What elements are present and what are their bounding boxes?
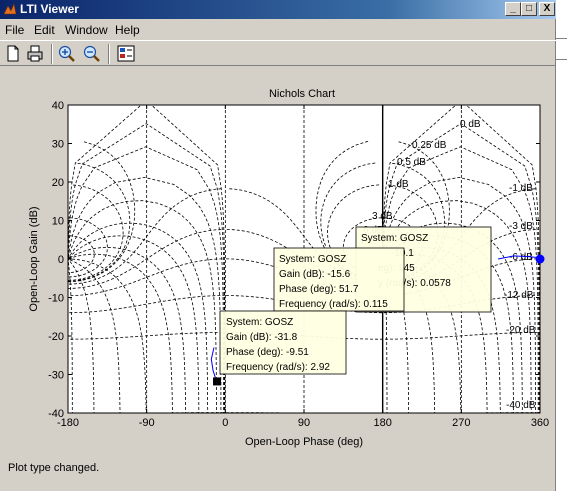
datatip-line: Frequency (rad/s): 0.115 — [279, 299, 388, 310]
grid-label: -1 dB — [509, 183, 533, 194]
datatip-line: System: GOSZ — [361, 233, 428, 244]
y-tick-label: -40 — [48, 408, 64, 420]
new-document-icon[interactable] — [3, 44, 23, 63]
y-tick-label: -10 — [48, 293, 64, 305]
edge-line — [556, 38, 567, 39]
grid-label: 3 dB — [372, 211, 393, 222]
plot-area[interactable]: 0 dB0.25 dB0.5 dB1 dB3 dB6 dB-1 dB-3 dB-… — [0, 66, 556, 458]
y-tick-label: 30 — [52, 139, 64, 151]
datatip-line: Gain (dB): -15.6 — [279, 269, 351, 280]
grid-label: -3 dB — [509, 221, 533, 232]
edge-line — [556, 59, 567, 60]
grid-label: -40 dB — [506, 400, 536, 411]
datatip[interactable]: System: GOSZ Gain (dB): -31.8 Phase (deg):… — [219, 310, 347, 375]
background-window-edge — [556, 0, 567, 491]
zoom-out-icon[interactable] — [82, 44, 102, 63]
toolbar-separator — [51, 44, 53, 64]
close-button[interactable]: X — [539, 2, 555, 16]
menu-edit[interactable]: Edit — [34, 23, 55, 37]
datatip-line: System: GOSZ — [279, 254, 346, 265]
x-tick-label: 0 — [222, 417, 228, 429]
menu-window[interactable]: Window — [65, 23, 108, 37]
datatip-line: Gain (dB): -31.8 — [226, 332, 298, 343]
datatip-line: Phase (deg): -9.51 — [226, 347, 309, 358]
y-tick-label: 20 — [52, 177, 64, 189]
datatip[interactable]: System: GOSZ Gain (dB): -15.6 Phase (deg):… — [273, 247, 405, 312]
y-axis-label: Open-Loop Gain (dB) — [28, 206, 40, 311]
print-icon[interactable] — [25, 44, 45, 63]
y-tick-label: 40 — [52, 100, 64, 112]
grid-label: 0.25 dB — [412, 140, 447, 151]
datatip-marker-circle — [535, 254, 545, 264]
grid-label: 0 dB — [460, 119, 481, 130]
datatip-line: System: GOSZ — [226, 317, 293, 328]
menu-bar: File Edit Window Help — [0, 20, 556, 39]
maximize-button[interactable]: □ — [521, 2, 537, 16]
y-tick-label: 10 — [52, 216, 64, 228]
toolbar-separator — [108, 44, 110, 64]
grid-magnitude-contour — [541, 259, 556, 296]
grid-magnitude-contour — [541, 296, 556, 313]
x-tick-label: 180 — [373, 417, 391, 429]
grid-magnitude-contour — [544, 189, 556, 284]
x-tick-label: 270 — [452, 417, 470, 429]
chart-title: Nichols Chart — [269, 88, 335, 100]
grid-magnitude-contour — [540, 413, 556, 414]
menu-file[interactable]: File — [5, 23, 24, 37]
status-bar: Plot type changed. — [0, 458, 556, 478]
title-bar[interactable]: LTI Viewer _ □ X — [0, 0, 556, 19]
lti-viewer-window: LTI Viewer _ □ X File Edit Window Help 0… — [0, 0, 556, 491]
y-tick-label: -30 — [48, 370, 64, 382]
x-tick-label: 360 — [531, 417, 549, 429]
grid-magnitude-contour — [541, 333, 557, 340]
y-tick-label: 0 — [58, 254, 64, 266]
minimize-button[interactable]: _ — [505, 2, 521, 16]
zoom-in-icon[interactable] — [57, 44, 77, 63]
status-text: Plot type changed. — [8, 462, 100, 474]
datatip-marker-square — [213, 377, 222, 386]
x-tick-label: -90 — [139, 417, 155, 429]
grid-label: 1 dB — [388, 179, 409, 190]
y-tick-label: -20 — [48, 331, 64, 343]
grid-label: -6 dB — [509, 252, 533, 263]
window-title: LTI Viewer — [20, 2, 79, 16]
toolbar — [0, 40, 556, 66]
grid-label: 0.5 dB — [397, 157, 426, 168]
datatip-line: Frequency (rad/s): 2.92 — [226, 362, 330, 373]
grid-label: -20 dB — [506, 325, 536, 336]
grid-label: -12 dB — [504, 290, 534, 301]
menu-help[interactable]: Help — [115, 23, 140, 37]
plot-config-icon[interactable] — [116, 44, 136, 63]
x-tick-label: 90 — [298, 417, 310, 429]
datatip-line: Phase (deg): 51.7 — [279, 284, 359, 295]
matlab-icon — [3, 2, 17, 15]
x-axis-label: Open-Loop Phase (deg) — [245, 436, 363, 448]
